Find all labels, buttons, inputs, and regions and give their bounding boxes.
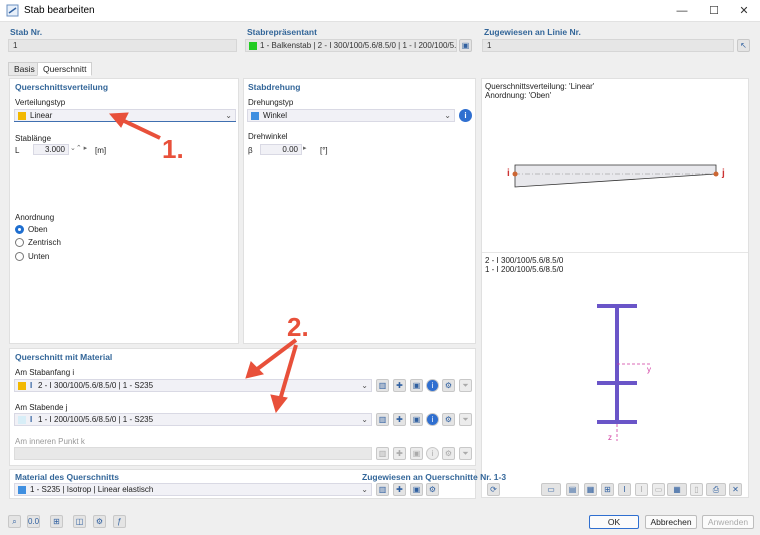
search-icon[interactable]: ⌕ (8, 515, 21, 528)
arrow-2b-shaft (278, 344, 298, 401)
annotation-1: 1. (162, 134, 184, 164)
annotation-2: 2. (287, 312, 309, 342)
function-icon[interactable]: ƒ (113, 515, 126, 528)
units-icon[interactable]: 0.0 (27, 515, 40, 528)
view-icon[interactable]: ◫ (73, 515, 86, 528)
apply-button[interactable]: Anwenden (702, 515, 754, 529)
arrow-1-shaft (121, 118, 161, 140)
annotation-overlay (108, 112, 298, 414)
arrow-2b-head (270, 394, 288, 414)
cancel-button[interactable]: Abbrechen (645, 515, 697, 529)
settings-icon[interactable]: ⚙ (93, 515, 106, 528)
ok-button[interactable]: OK (589, 515, 639, 529)
model-icon[interactable]: ⊞ (50, 515, 63, 528)
